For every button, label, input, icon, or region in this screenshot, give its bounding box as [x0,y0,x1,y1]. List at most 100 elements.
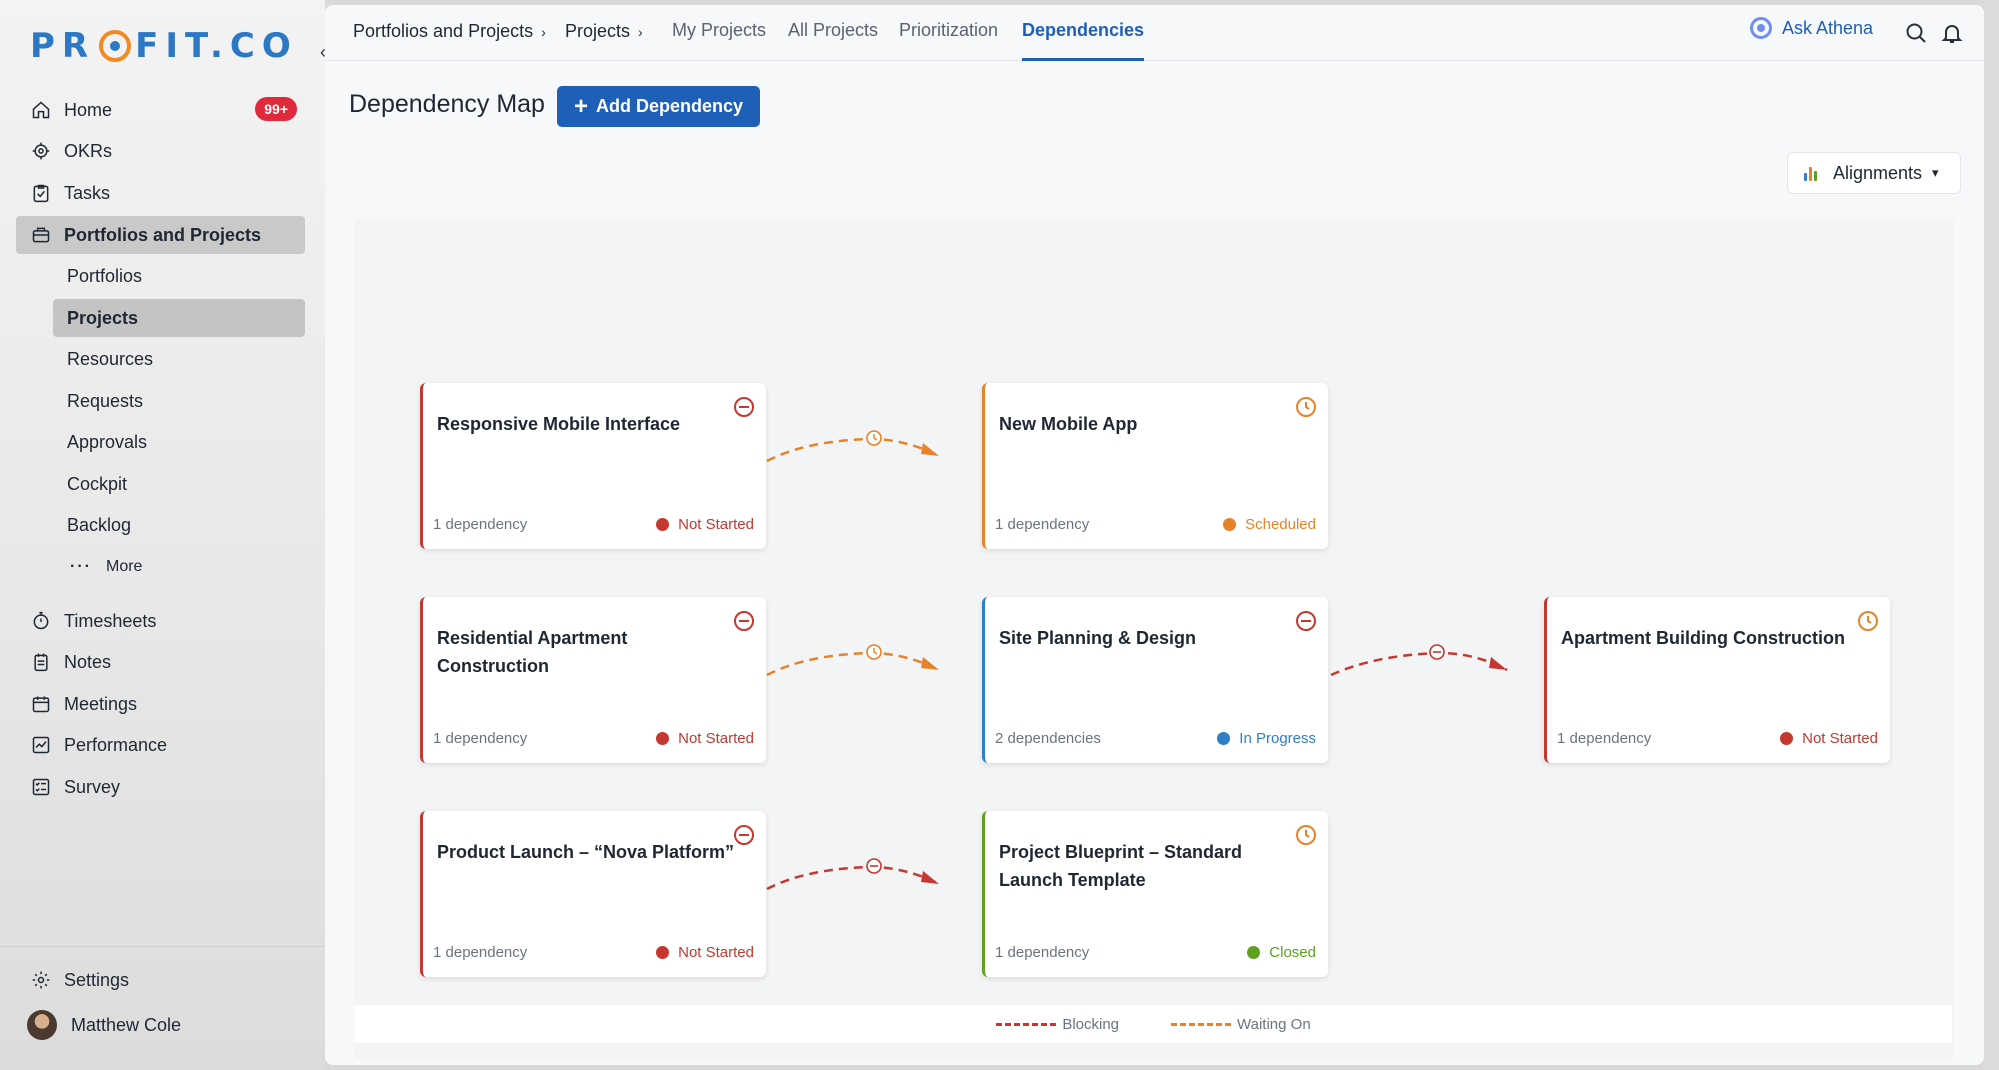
status-label: Closed [1269,944,1316,961]
stopwatch-icon [30,610,52,632]
waiting-line-icon [1171,1022,1232,1026]
status-badge: Not Started [1780,730,1878,747]
project-card-title: Apartment Building Construction [1561,628,1845,648]
status-badge: Closed [1247,944,1316,961]
status-dot [1247,946,1261,959]
status-badge: In Progress [1217,730,1316,747]
dependency-count: 2 dependencies [995,730,1101,747]
profit-co-logo[interactable]: PR FIT.CO [30,22,298,70]
user-profile[interactable]: Matthew Cole [16,1006,305,1044]
bell-icon[interactable] [1940,21,1964,45]
sidebar-divider [0,946,325,947]
sidebar-item-performance[interactable]: Performance [16,726,305,764]
sidebar-subitem-approvals[interactable]: Approvals [53,423,305,461]
dependency-count: 1 dependency [1557,730,1652,747]
sidebar-item-label: Notes [64,651,112,672]
tab-dependencies[interactable]: Dependencies [1022,20,1145,61]
window-scrollbar[interactable] [1984,0,1999,1070]
sidebar-item-label: Performance [64,734,168,755]
project-card-title: Residential Apartment Construction [437,628,628,676]
sidebar-subitem-cockpit[interactable]: Cockpit [53,465,305,503]
tab-all-projects[interactable]: All Projects [788,20,878,61]
add-dependency-label: Add Dependency [596,96,744,116]
breadcrumb-label: Portfolios and Projects [353,21,534,41]
sidebar-item-meetings[interactable]: Meetings [16,685,305,723]
sidebar-subitem-resources[interactable]: Resources [53,340,305,378]
sidebar-subitem-requests[interactable]: Requests [53,382,305,420]
status-label: Not Started [678,944,754,961]
status-dot [656,946,670,959]
sidebar-subitem-label: Projects [67,307,139,328]
sidebar-subitem-portfolios[interactable]: Portfolios [53,257,305,295]
legend-label: Blocking [1062,1015,1120,1033]
sidebar-item-timesheets[interactable]: Timesheets [16,602,305,640]
checklist-icon [30,776,52,798]
tab-prioritization[interactable]: Prioritization [899,20,998,61]
breadcrumb-separator-icon: › [638,24,643,40]
sidebar: PR FIT.CO ‹ Home 99+ OKRs Tasks Portfoli… [0,0,326,1070]
sidebar-item-tasks[interactable]: Tasks [16,174,305,212]
sidebar-item-label: OKRs [64,140,113,161]
status-label: In Progress [1239,730,1316,747]
avatar [27,1010,57,1040]
clock-icon [1856,609,1880,633]
status-dot [1780,732,1794,745]
ask-athena-label: Ask Athena [1782,17,1874,38]
sidebar-subitem-label: Backlog [67,514,132,535]
project-card[interactable]: New Mobile App 1 dependency Scheduled [982,383,1328,549]
status-dot [1217,732,1231,745]
sidebar-item-portfolios-and-projects[interactable]: Portfolios and Projects [16,216,305,254]
sidebar-item-home[interactable]: Home 99+ [16,91,305,129]
project-card[interactable]: Site Planning & Design 2 dependencies In… [982,597,1328,763]
sidebar-subitem-projects[interactable]: Projects [53,299,305,337]
plus-icon: + [574,92,589,120]
waiting-connector [766,437,940,463]
project-card[interactable]: Responsive Mobile Interface 1 dependency… [420,383,766,549]
alignments-bars-icon [1804,165,1819,181]
sidebar-item-settings[interactable]: Settings [16,961,305,999]
alignments-dropdown[interactable]: Alignments ▾ [1787,152,1961,194]
legend-item-blocking: Blocking [996,1016,1119,1033]
status-dot [656,518,670,531]
blocking-connector [766,865,940,891]
home-icon [30,99,52,121]
sidebar-subitem-backlog[interactable]: Backlog [53,506,305,544]
project-card[interactable]: Apartment Building Construction 1 depend… [1544,597,1890,763]
breadcrumb-separator-icon: › [541,24,546,40]
logo-target-icon [99,30,132,62]
arrowhead-icon [921,657,939,670]
status-badge: Not Started [656,730,754,747]
breadcrumb-projects[interactable]: Projects › [565,21,643,42]
sidebar-subitem-more[interactable]: ··· More [56,548,308,586]
tab-my-projects[interactable]: My Projects [672,20,766,61]
project-card-title: Project Blueprint – Standard Launch Temp… [999,842,1243,890]
project-card-title: Product Launch – “Nova Platform” [437,842,735,862]
alignments-label: Alignments [1833,162,1923,183]
project-card[interactable]: Project Blueprint – Standard Launch Temp… [982,811,1328,977]
ask-athena-button[interactable]: Ask Athena [1750,17,1873,39]
breadcrumb-portfolios-and-projects[interactable]: Portfolios and Projects › [353,21,546,42]
search-icon[interactable] [1904,21,1928,45]
legend-label: Waiting On [1237,1015,1311,1033]
project-card-title: Responsive Mobile Interface [437,414,681,434]
sidebar-item-label: Meetings [64,693,138,714]
arrowhead-icon [1489,657,1507,670]
arrowhead-icon [921,871,939,884]
add-dependency-button[interactable]: + Add Dependency [557,86,761,127]
user-name: Matthew Cole [71,1014,182,1035]
sidebar-item-survey[interactable]: Survey [16,768,305,806]
page-title: Dependency Map [349,90,545,118]
status-label: Not Started [678,730,754,747]
sidebar-item-label: Timesheets [64,610,157,631]
sidebar-item-notes[interactable]: Notes [16,643,305,681]
waiting-connector [766,651,940,677]
project-card[interactable]: Residential Apartment Construction 1 dep… [420,597,766,763]
status-badge: Not Started [656,944,754,961]
project-card[interactable]: Product Launch – “Nova Platform” 1 depen… [420,811,766,977]
more-dots-icon: ··· [70,558,92,575]
status-label: Not Started [1802,730,1878,747]
status-label: Scheduled [1245,516,1316,533]
sidebar-item-okrs[interactable]: OKRs [16,132,305,170]
legend-item-waiting-on: Waiting On [1171,1016,1311,1033]
blocking-connector [1330,651,1508,677]
